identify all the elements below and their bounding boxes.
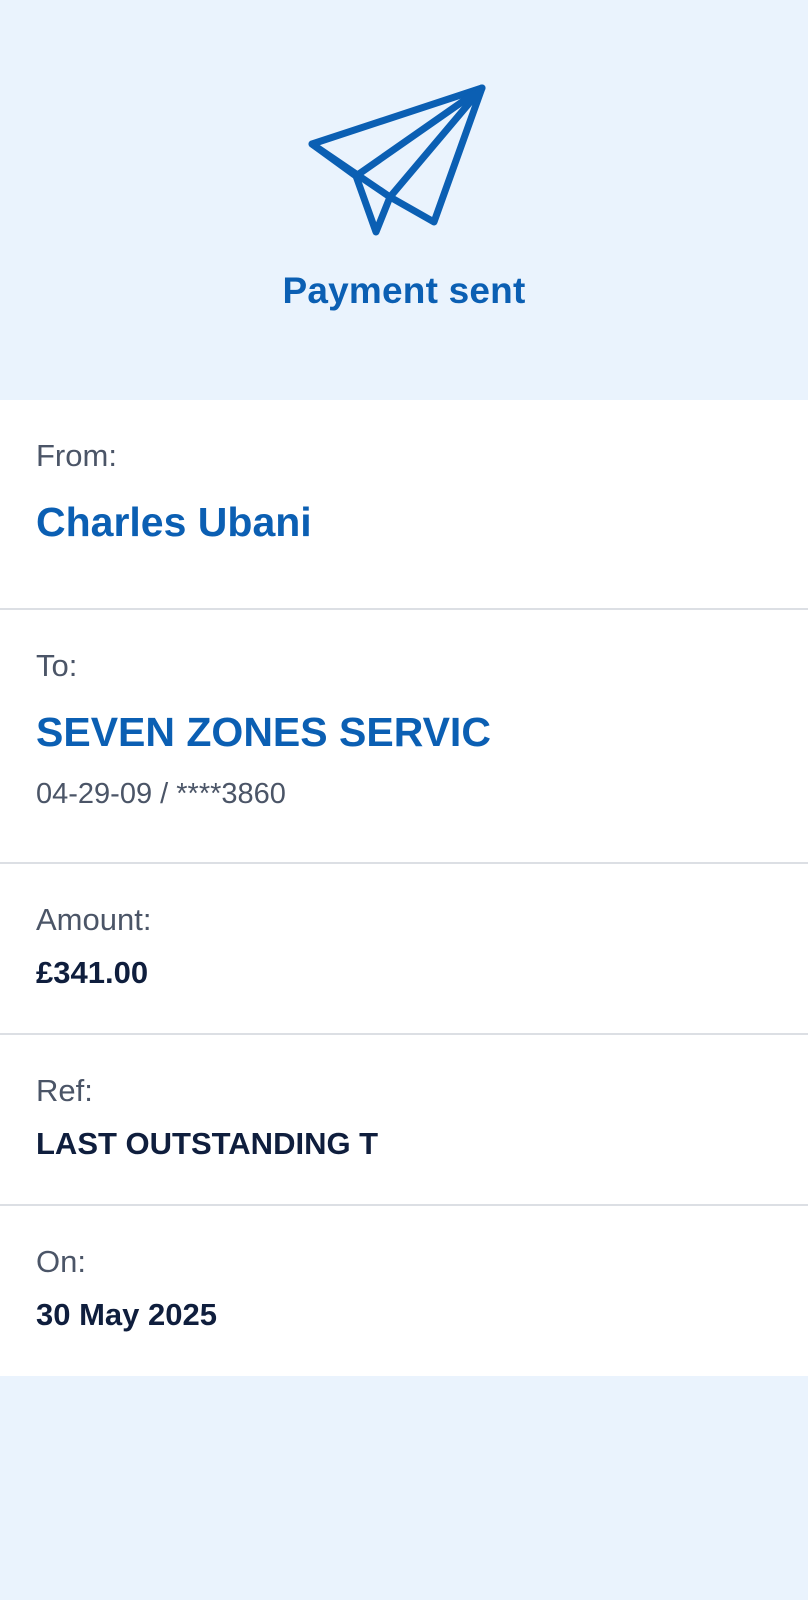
reference-section: Ref: LAST OUTSTANDING T xyxy=(0,1035,808,1206)
confirmation-header: Payment sent xyxy=(0,0,808,400)
recipient-name: SEVEN ZONES SERVIC xyxy=(36,709,491,755)
ref-label: Ref: xyxy=(36,1073,93,1108)
recipient-account: 04-29-09 / ****3860 xyxy=(36,778,286,810)
paper-plane-icon xyxy=(308,84,486,236)
to-label: To: xyxy=(36,648,78,683)
date-section: On: 30 May 2025 xyxy=(0,1206,808,1376)
ref-value: LAST OUTSTANDING T xyxy=(36,1126,379,1161)
page-title: Payment sent xyxy=(282,270,526,311)
from-section: From: Charles Ubani xyxy=(0,400,808,610)
amount-label: Amount: xyxy=(36,902,152,937)
date-label: On: xyxy=(36,1244,86,1279)
payment-details: From: Charles Ubani To: SEVEN ZONES SERV… xyxy=(0,400,808,1376)
date-value: 30 May 2025 xyxy=(36,1297,217,1332)
from-label: From: xyxy=(36,438,117,473)
to-section: To: SEVEN ZONES SERVIC 04-29-09 / ****38… xyxy=(0,610,808,864)
amount-value: £341.00 xyxy=(36,955,149,990)
sender-name: Charles Ubani xyxy=(36,499,312,545)
amount-section: Amount: £341.00 xyxy=(0,864,808,1035)
